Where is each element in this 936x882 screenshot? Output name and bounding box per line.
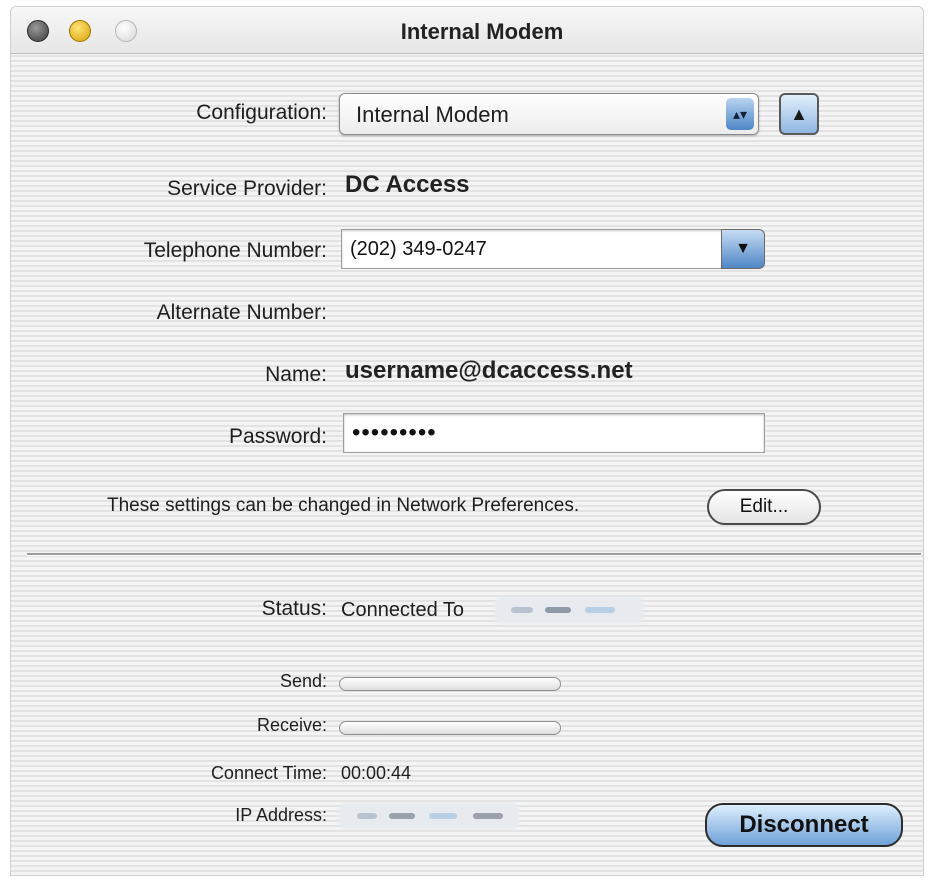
connect-time-value: 00:00:44: [341, 763, 412, 783]
settings-note: These settings can be changed in Network…: [107, 495, 580, 516]
password-value: •••••••••: [352, 419, 437, 446]
edit-button[interactable]: Edit...: [707, 489, 821, 525]
send-meter: [339, 677, 561, 691]
chevron-down-icon: ▼: [735, 240, 751, 257]
connect-time-label: Connect Time:: [210, 763, 327, 783]
redacted-connection-name: [497, 599, 641, 621]
receive-meter: [339, 721, 561, 735]
password-field[interactable]: •••••••••: [343, 413, 765, 453]
eject-button[interactable]: ▲: [779, 93, 819, 135]
password-label: Password:: [228, 425, 327, 448]
telephone-combo[interactable]: (202) 349-0247: [341, 229, 727, 269]
name-value: username@dcaccess.net: [345, 357, 633, 384]
telephone-label: Telephone Number:: [143, 239, 327, 262]
service-provider-label: Service Provider:: [167, 177, 327, 200]
status-value: Connected To: [341, 599, 465, 621]
configuration-value: Internal Modem: [356, 102, 509, 127]
window-title: Internal Modem: [400, 19, 564, 44]
service-provider-value: DC Access: [345, 171, 470, 198]
modem-window: Internal Modem Configuration: Internal M…: [10, 6, 924, 876]
redacted-ip-address: [341, 805, 517, 827]
disconnect-button[interactable]: Disconnect: [705, 803, 903, 847]
status-label: Status:: [261, 597, 327, 620]
ip-address-label: IP Address:: [235, 805, 327, 825]
name-label: Name:: [265, 363, 327, 386]
send-label: Send:: [279, 671, 327, 691]
section-divider: [27, 553, 921, 556]
configuration-popup[interactable]: Internal Modem ▴▾: [339, 93, 759, 135]
title-bar: Internal Modem: [11, 7, 923, 54]
configuration-label: Configuration:: [196, 101, 327, 124]
telephone-value: (202) 349-0247: [350, 238, 487, 260]
telephone-dropdown-button[interactable]: ▼: [721, 229, 765, 269]
receive-label: Receive:: [256, 715, 327, 735]
up-down-arrows-icon: ▴▾: [726, 98, 754, 130]
alternate-number-label: Alternate Number:: [156, 301, 327, 324]
triangle-up-icon: ▲: [790, 104, 808, 124]
